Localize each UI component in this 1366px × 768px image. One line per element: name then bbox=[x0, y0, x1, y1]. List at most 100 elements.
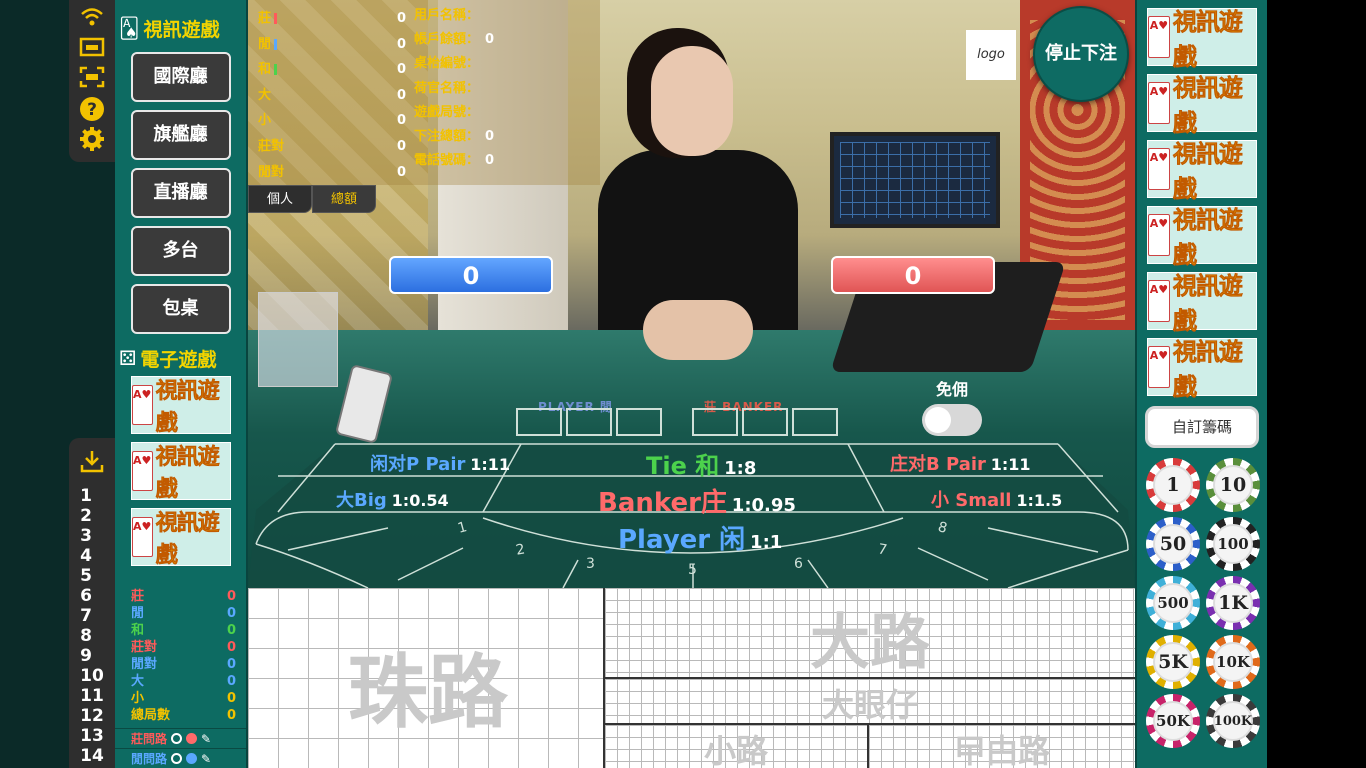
table-number[interactable]: 4 bbox=[80, 546, 104, 566]
table-number[interactable]: 7 bbox=[80, 606, 104, 626]
game-tile-3[interactable]: A♥ 視訊遊戲 bbox=[130, 508, 231, 568]
game-tile-2[interactable]: A♥ 視訊遊戲 bbox=[130, 442, 231, 502]
stop-bet-button[interactable]: 停止下注 bbox=[1033, 6, 1129, 102]
result-stats: 莊 0 閒 0 和 0 莊對 0 閒對 0 大 0 小 0 總局數 0 bbox=[115, 588, 246, 724]
baccarat-game-screen: ? 1 2 3 4 5 6 7 8 9 10 11 12 13 14 🂡 視訊遊戲 國際廳 旗艦廳 直播廳… bbox=[0, 0, 1366, 768]
overlay-result-value: 0 bbox=[396, 62, 406, 78]
chip-10[interactable]: 10 bbox=[1206, 458, 1260, 512]
overlay-result-value: 0 bbox=[396, 113, 406, 129]
cockroach-road-label: 曱甴路 bbox=[953, 732, 1050, 768]
chip-value: 50 bbox=[1153, 524, 1193, 564]
right-game-tiles: A♥ 視訊遊戲 A♥ 視訊遊戲 A♥ 視訊遊戲 A♥ 視訊遊戲 A♥ 視訊遊戲 A♥ 視訊遊戲 bbox=[1137, 8, 1267, 401]
stat-label: 和 bbox=[131, 623, 145, 638]
stat-value: 0 bbox=[226, 691, 236, 706]
chip-1[interactable]: 1 bbox=[1146, 458, 1200, 512]
table-number[interactable]: 2 bbox=[80, 506, 104, 526]
chip-50[interactable]: 50 bbox=[1146, 517, 1200, 571]
overlay-result-label: 莊對 bbox=[258, 134, 284, 160]
chip-value: 1 bbox=[1153, 465, 1193, 505]
custom-chip-button[interactable]: 自訂籌碼 bbox=[1145, 406, 1259, 448]
overlay-result-row: 大0 bbox=[258, 83, 406, 109]
account-info-label: 用戶名稱： bbox=[414, 8, 480, 23]
chip-value: 100 bbox=[1213, 524, 1253, 564]
fullscreen-window-icon[interactable] bbox=[79, 36, 105, 62]
table-number[interactable]: 11 bbox=[80, 686, 104, 706]
card-icon: A♥ bbox=[1148, 148, 1170, 190]
bet-small[interactable]: 小 Small 1:1.5 bbox=[931, 486, 1062, 512]
card-icon: A♥ bbox=[131, 517, 153, 557]
settings-icon[interactable] bbox=[79, 126, 105, 152]
wifi-icon[interactable] bbox=[79, 6, 105, 32]
table-number[interactable]: 1 bbox=[80, 486, 104, 506]
bet-big-name: 大Big bbox=[336, 490, 387, 511]
hollow-circle-icon bbox=[171, 753, 183, 764]
hollow-circle-icon bbox=[171, 733, 183, 744]
chip-10k[interactable]: 10K bbox=[1206, 635, 1260, 689]
overlay-result-label-text: 和 bbox=[258, 62, 272, 78]
overlay-result-value: 0 bbox=[396, 36, 406, 52]
hall-button-international[interactable]: 國際廳 bbox=[130, 52, 231, 102]
chip-100[interactable]: 100 bbox=[1206, 517, 1260, 571]
right-game-tile[interactable]: A♥ 視訊遊戲 bbox=[1147, 338, 1257, 401]
overlay-result-label: 莊 bbox=[258, 6, 278, 32]
right-game-tile[interactable]: A♥ 視訊遊戲 bbox=[1147, 272, 1257, 335]
chip-500[interactable]: 500 bbox=[1146, 576, 1200, 630]
table-number[interactable]: 12 bbox=[80, 706, 104, 726]
bet-player-pair[interactable]: 闲对P Pair 1:11 bbox=[370, 450, 510, 476]
overlay-result-value: 0 bbox=[396, 164, 406, 180]
card-icon: A♥ bbox=[1148, 16, 1170, 58]
hall-button-private-table[interactable]: 包桌 bbox=[130, 284, 231, 334]
chip-value: 5K bbox=[1153, 642, 1193, 682]
tab-personal[interactable]: 個人 bbox=[248, 185, 312, 213]
bet-banker[interactable]: Banker庄 1:0.95 bbox=[598, 482, 796, 519]
expand-icon[interactable] bbox=[79, 66, 105, 92]
hall-button-flagship[interactable]: 旗艦廳 bbox=[130, 110, 231, 160]
player-ask-road[interactable]: 閒問路 ✎ bbox=[115, 748, 246, 768]
commission-free-toggle[interactable] bbox=[922, 404, 982, 436]
stat-value: 0 bbox=[226, 640, 236, 655]
table-number[interactable]: 3 bbox=[80, 526, 104, 546]
game-tile-1[interactable]: A♥ 視訊遊戲 bbox=[130, 376, 231, 437]
bet-tie-odds: 1:8 bbox=[724, 458, 757, 479]
chip-5k[interactable]: 5K bbox=[1146, 635, 1200, 689]
hall-button-live[interactable]: 直播廳 bbox=[130, 168, 231, 218]
bet-small-name: 小 Small bbox=[931, 490, 1012, 511]
chip-100k[interactable]: 100K bbox=[1206, 694, 1260, 748]
bet-player[interactable]: Player 闲 1:1 bbox=[618, 519, 782, 556]
bet-tie-name: Tie 和 bbox=[646, 452, 720, 480]
stat-label: 閒 bbox=[131, 606, 145, 621]
logo: logo bbox=[966, 30, 1016, 80]
right-game-tile[interactable]: A♥ 視訊遊戲 bbox=[1147, 8, 1257, 71]
table-number[interactable]: 9 bbox=[80, 646, 104, 666]
chip-1k[interactable]: 1K bbox=[1206, 576, 1260, 630]
right-game-tile-label: 視訊遊戲 bbox=[1172, 74, 1244, 138]
tab-total[interactable]: 總額 bbox=[312, 185, 376, 213]
overlay-result-row: 小0 bbox=[258, 108, 406, 134]
table-number[interactable]: 8 bbox=[80, 626, 104, 646]
bet-banker-pair[interactable]: 庄对B Pair 1:11 bbox=[890, 450, 1031, 476]
table-number[interactable]: 10 bbox=[80, 666, 104, 686]
hall-button-multi-table[interactable]: 多台 bbox=[130, 226, 231, 276]
right-game-tile[interactable]: A♥ 視訊遊戲 bbox=[1147, 140, 1257, 203]
download-icon[interactable] bbox=[79, 448, 105, 486]
help-icon[interactable]: ? bbox=[79, 96, 105, 122]
overlay-result-row: 莊對 0 bbox=[258, 134, 406, 160]
right-game-tile[interactable]: A♥ 視訊遊戲 bbox=[1147, 206, 1257, 269]
commission-free-label: 免佣 bbox=[935, 380, 968, 399]
bet-tie[interactable]: Tie 和 1:8 bbox=[646, 446, 756, 481]
chip-selector: 1 10 50 100 500 1K 5K 10K 50K 100K bbox=[1146, 458, 1267, 748]
banker-ask-road[interactable]: 莊問路 ✎ bbox=[115, 728, 246, 748]
table-number[interactable]: 6 bbox=[80, 586, 104, 606]
table-number[interactable]: 14 bbox=[80, 746, 104, 766]
card-positions bbox=[516, 408, 866, 438]
account-info-label: 電話號碼： bbox=[414, 153, 480, 169]
bet-big[interactable]: 大Big 1:0.54 bbox=[336, 486, 449, 512]
game-tile-label: 視訊遊戲 bbox=[155, 379, 221, 437]
account-info-row: 遊戲局號： bbox=[414, 101, 494, 125]
chip-50k[interactable]: 50K bbox=[1146, 694, 1200, 748]
dice-icon: ⚄ bbox=[119, 346, 137, 370]
table-number[interactable]: 13 bbox=[80, 726, 104, 746]
table-number[interactable]: 5 bbox=[80, 566, 104, 586]
right-game-tile[interactable]: A♥ 視訊遊戲 bbox=[1147, 74, 1257, 137]
stats-overlay: 莊 0 閒 0 和 0 大 0 小 0 莊對 0 閒對 0 用戶名稱： 帳戶餘額： 0 桌枱編號： 荷官名稱： 遊戲… bbox=[248, 0, 600, 185]
